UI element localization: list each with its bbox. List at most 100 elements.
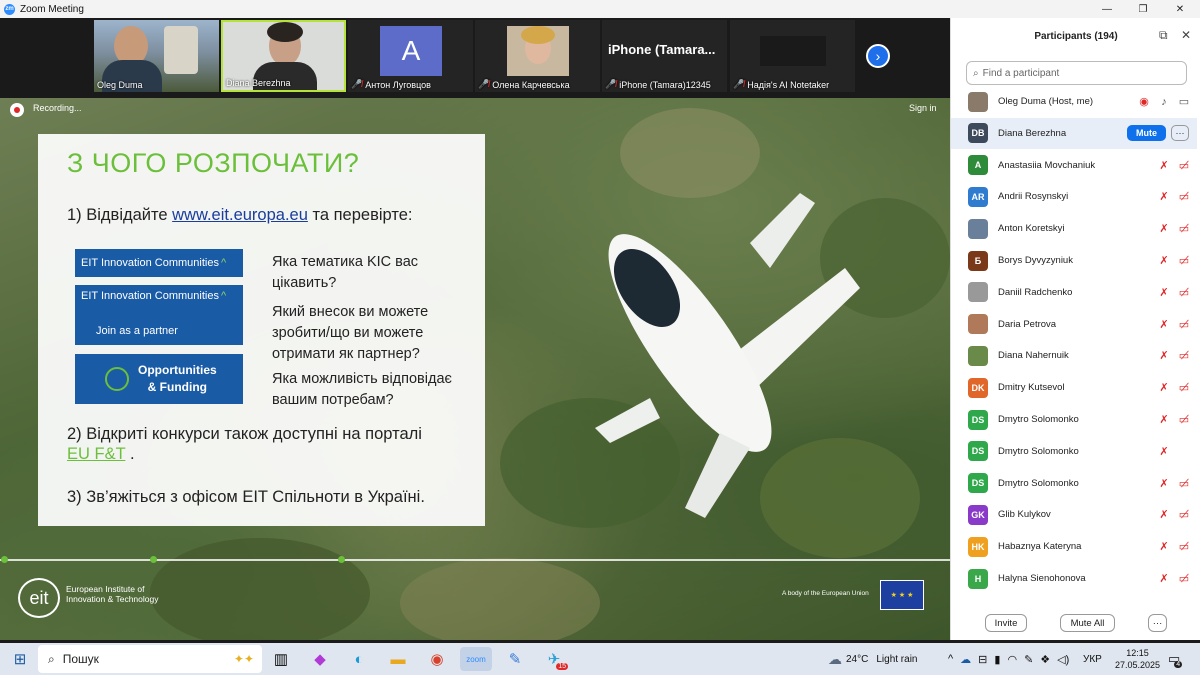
mic-muted-icon[interactable]: ✗ xyxy=(1157,349,1171,363)
participant-row[interactable]: H Halyna Sienohonova ✗ ▭̸ xyxy=(951,563,1197,594)
participant-row[interactable]: Daniil Radchenko ✗ ▭̸ xyxy=(951,277,1197,308)
participant-row[interactable]: DB Diana Berezhna Mute ··· xyxy=(951,117,1197,149)
mic-muted-icon[interactable]: ✗ xyxy=(1157,158,1171,172)
participant-row[interactable]: HK Habaznya Kateryna ✗ ▭̸ xyxy=(951,531,1197,562)
camera-off-icon[interactable]: ▭̸ xyxy=(1177,349,1191,363)
mic-muted-icon[interactable]: ✗ xyxy=(1157,222,1171,236)
camera-off-icon[interactable]: ▭̸ xyxy=(1177,222,1191,236)
notetaker-thumbnail xyxy=(760,36,826,66)
mic-muted-icon[interactable]: ✗ xyxy=(1157,540,1171,554)
video-tile-active-speaker[interactable]: Diana Berezhna xyxy=(221,20,346,92)
video-tile[interactable]: iPhone (Tamara... 🎤̸ iPhone (Tamara)12345 xyxy=(602,20,727,92)
camera-off-icon[interactable]: ▭̸ xyxy=(1177,572,1191,586)
camera-off-icon[interactable]: ▭̸ xyxy=(1177,476,1191,490)
mic-muted-icon[interactable]: ✗ xyxy=(1157,413,1171,427)
mic-muted-icon[interactable]: ✗ xyxy=(1157,317,1171,331)
camera-off-icon[interactable]: ▭̸ xyxy=(1177,508,1191,522)
chrome-icon[interactable]: ◉ xyxy=(421,647,453,671)
copilot-icon[interactable]: ◆ xyxy=(304,647,336,671)
video-tile[interactable]: 🎤̸ Олена Карчевська xyxy=(475,20,600,92)
participant-row[interactable]: DS Dmytro Solomonko ✗ ▭̸ xyxy=(951,404,1197,435)
mute-participant-button[interactable]: Mute xyxy=(1127,125,1166,142)
mic-muted-icon[interactable]: ✗ xyxy=(1157,572,1171,586)
notifications-icon[interactable]: ▭ 4 xyxy=(1168,643,1188,675)
taskbar-search-box[interactable]: ⌕ Пошук ✦✦ xyxy=(38,645,262,673)
video-tile[interactable]: Oleg Duma xyxy=(94,20,219,92)
participant-row[interactable]: Diana Nahernuik ✗ ▭̸ xyxy=(951,340,1197,371)
participant-name: Anton Koretskyi xyxy=(998,223,1065,235)
participant-name: Habaznya Kateryna xyxy=(998,541,1082,553)
microphone-icon[interactable]: ▮ xyxy=(994,653,1000,666)
participant-avatar: DK xyxy=(968,377,988,398)
telegram-icon[interactable]: ✈ 15 xyxy=(538,647,570,671)
camera-off-icon[interactable]: ▭̸ xyxy=(1177,190,1191,204)
weather-widget[interactable]: ☁ 24°C Light rain xyxy=(828,643,917,675)
edge-icon[interactable]: ◐ xyxy=(343,647,375,671)
participant-row[interactable]: AR Andrii Rosynskyi ✗ ▭̸ xyxy=(951,181,1197,212)
camera-off-icon[interactable]: ▭̸ xyxy=(1177,254,1191,268)
close-panel-icon[interactable]: ✕ xyxy=(1181,28,1191,42)
sign-in-link[interactable]: Sign in xyxy=(909,103,937,113)
language-indicator[interactable]: УКР xyxy=(1083,643,1102,675)
video-strip: Oleg Duma Diana Berezhna A 🎤̸ Антон Лугов… xyxy=(0,18,950,98)
question-1: Яка тематика KIC вас цікавить? xyxy=(272,254,419,291)
microphone-icon[interactable]: ♪ xyxy=(1157,95,1171,109)
maximize-button[interactable]: ❐ xyxy=(1126,0,1160,18)
participant-row[interactable]: Daria Petrova ✗ ▭̸ xyxy=(951,309,1197,340)
mic-muted-icon[interactable]: ✗ xyxy=(1157,190,1171,204)
minimize-button[interactable]: — xyxy=(1090,0,1124,18)
paint-icon[interactable]: ✎ xyxy=(499,647,531,671)
mute-all-button[interactable]: Mute All xyxy=(1060,614,1115,632)
clock[interactable]: 12:15 27.05.2025 xyxy=(1115,643,1160,675)
participant-more-button[interactable]: ··· xyxy=(1171,125,1189,142)
popout-icon[interactable]: ⧉ xyxy=(1159,28,1168,43)
video-tile[interactable]: A 🎤̸ Антон Луговцов xyxy=(348,20,473,92)
pen-icon[interactable]: ✎ xyxy=(1024,653,1033,666)
eit-logo-text: European Institute of Innovation & Techn… xyxy=(66,584,159,604)
participant-name: Andrii Rosynskyi xyxy=(998,191,1069,203)
start-icon[interactable]: ⊞ xyxy=(4,647,36,671)
zoom-taskbar-icon[interactable]: zoom xyxy=(460,647,492,671)
camera-off-icon[interactable]: ▭̸ xyxy=(1177,540,1191,554)
file-explorer-icon[interactable]: ▬ xyxy=(382,647,414,671)
participant-row[interactable]: DS Dmytro Solomonko ✗ ▭̸ xyxy=(951,468,1197,499)
volume-icon[interactable]: ◁) xyxy=(1057,653,1069,666)
more-options-button[interactable]: ··· xyxy=(1148,614,1167,632)
onedrive-icon[interactable]: ☁ xyxy=(960,653,971,666)
mic-muted-icon[interactable]: ✗ xyxy=(1157,508,1171,522)
mic-muted-icon[interactable]: ✗ xyxy=(1157,444,1171,458)
step-1: 1) Відвідайте www.eit.europa.eu та перев… xyxy=(67,206,413,224)
participant-row[interactable]: Anton Koretskyi ✗ ▭̸ xyxy=(951,213,1197,244)
invite-button[interactable]: Invite xyxy=(985,614,1027,632)
participant-row[interactable]: A Anastasiia Movchaniuk ✗ ▭̸ xyxy=(951,150,1197,181)
camera-off-icon[interactable]: ▭̸ xyxy=(1177,317,1191,331)
usb-icon[interactable]: ⊟ xyxy=(978,653,987,666)
video-tile[interactable]: 🎤̸ Надія's AI Notetaker xyxy=(730,20,855,92)
mic-muted-icon[interactable]: ✗ xyxy=(1157,381,1171,395)
participant-row[interactable]: DK Dmitry Kutsevol ✗ ▭̸ xyxy=(951,372,1197,403)
camera-off-icon[interactable]: ▭̸ xyxy=(1177,158,1191,172)
participant-photo xyxy=(968,314,988,335)
mic-muted-icon[interactable]: ✗ xyxy=(1157,254,1171,268)
camera-icon[interactable]: ▭ xyxy=(1177,95,1191,109)
mic-muted-icon[interactable]: ✗ xyxy=(1157,285,1171,299)
participant-row[interactable]: DSDmytro Solomonko✗▭ xyxy=(951,436,1197,467)
participant-row[interactable]: Oleg Duma (Host, me) ◉ ♪ ▭ xyxy=(951,86,1197,117)
windows-taskbar: ⊞ ⌕ Пошук ✦✦ ▥ ◆ ◐ ▬ ◉ zoom ✎ ✈ 15 ☁ 24°C… xyxy=(0,643,1200,675)
eit-link[interactable]: www.eit.europa.eu xyxy=(172,206,308,224)
camera-off-icon[interactable]: ▭̸ xyxy=(1177,285,1191,299)
next-page-button[interactable]: › xyxy=(866,44,890,68)
camera-off-icon[interactable]: ▭̸ xyxy=(1177,381,1191,395)
participant-search-input[interactable]: ⌕ Find a participant xyxy=(966,61,1187,85)
participant-row[interactable]: GK Glib Kulykov ✗ ▭̸ xyxy=(951,499,1197,530)
dropbox-icon[interactable]: ❖ xyxy=(1040,653,1050,666)
eu-ft-link[interactable]: EU F&T xyxy=(67,445,125,463)
participant-row[interactable]: Б Borys Dyvyzyniuk ✗ ▭̸ xyxy=(951,245,1197,276)
mic-muted-icon[interactable]: ✗ xyxy=(1157,476,1171,490)
wifi-icon[interactable]: ◠ xyxy=(1007,653,1017,666)
chevron-up-icon[interactable]: ^ xyxy=(948,653,953,665)
task-view-icon[interactable]: ▥ xyxy=(265,647,297,671)
close-button[interactable]: ✕ xyxy=(1163,0,1197,18)
sparkle-icon: ✦✦ xyxy=(233,652,254,666)
camera-off-icon[interactable]: ▭̸ xyxy=(1177,413,1191,427)
